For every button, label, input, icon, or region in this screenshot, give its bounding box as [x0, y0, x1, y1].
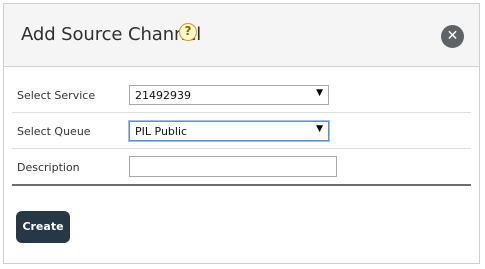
- service-row: Select Service 21492939 ▼: [12, 79, 471, 113]
- create-button[interactable]: Create: [16, 211, 70, 243]
- description-row: Description: [12, 149, 471, 184]
- queue-label: Select Queue: [17, 125, 91, 138]
- dialog-title: Add Source Channel: [21, 24, 202, 45]
- add-source-channel-dialog: Add Source Channel ? ✕ Select Service 21…: [3, 3, 480, 264]
- chevron-down-icon: ▼: [316, 88, 323, 98]
- queue-select-value: PIL Public: [135, 125, 188, 138]
- description-input[interactable]: [129, 156, 337, 177]
- chevron-down-icon: ▼: [316, 124, 323, 134]
- description-label: Description: [17, 161, 80, 174]
- service-select-value: 21492939: [135, 89, 191, 102]
- service-select[interactable]: 21492939 ▼: [129, 85, 329, 105]
- divider: [12, 184, 471, 186]
- close-icon[interactable]: ✕: [441, 25, 464, 48]
- service-label: Select Service: [17, 89, 96, 102]
- queue-select[interactable]: PIL Public ▼: [129, 121, 329, 141]
- help-icon[interactable]: ?: [179, 23, 197, 41]
- queue-row: Select Queue PIL Public ▼: [12, 113, 471, 149]
- dialog-header: Add Source Channel ? ✕: [4, 4, 479, 67]
